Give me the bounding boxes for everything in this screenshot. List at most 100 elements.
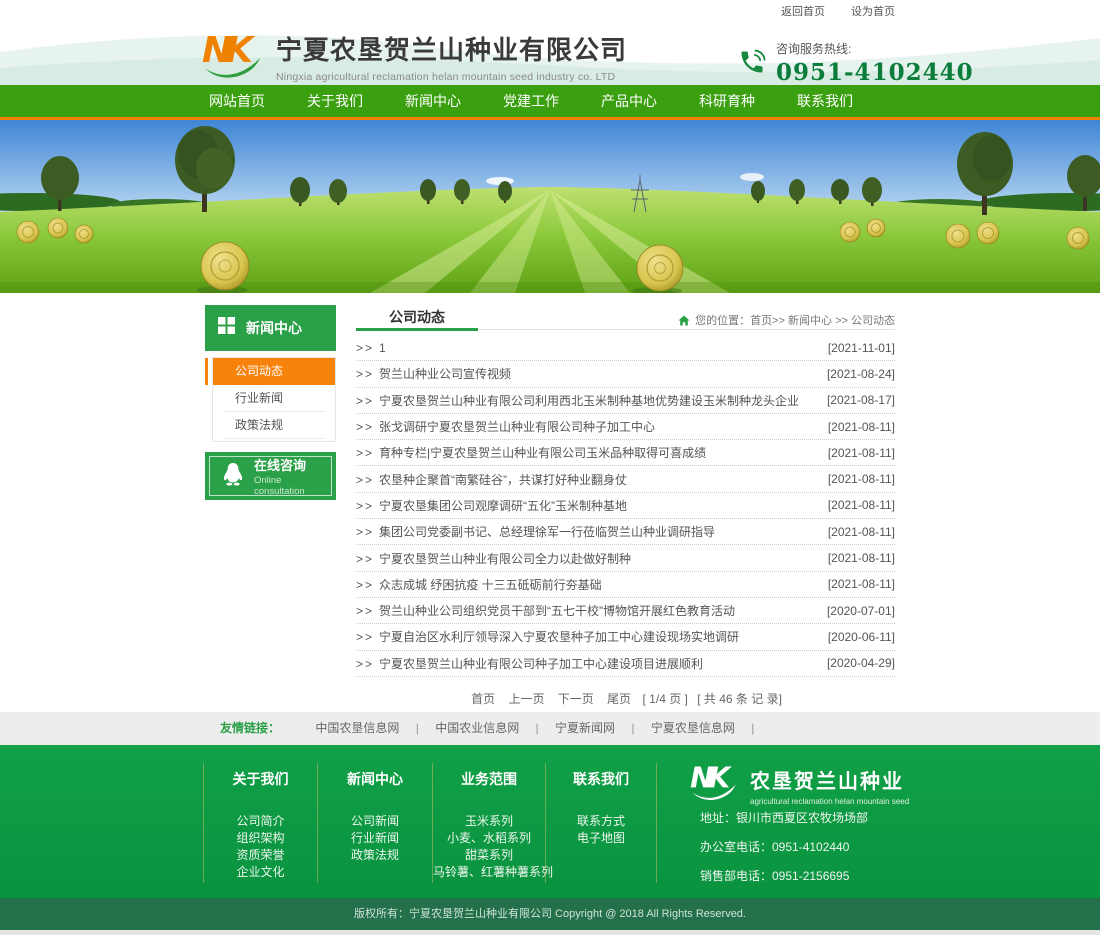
nav-item-research[interactable]: 科研育种 [678,85,776,117]
news-item[interactable]: >>众志成城 纾困抗疫 十三五砥砺前行夯基础 [2021-08-11] [356,572,895,598]
footer-link[interactable]: 行业新闻 [318,830,432,847]
nav-item-news[interactable]: 新闻中心 [384,85,482,117]
breadcrumb[interactable]: 您的位置：首页>> 新闻中心 >> 公司动态 [678,312,895,328]
set-home-link[interactable]: 设为首页 [851,3,895,16]
footer-link[interactable]: 企业文化 [204,864,317,881]
news-title-text: 集团公司党委副书记、总经理徐军一行莅临贺兰山种业调研指导 [379,525,715,539]
news-link[interactable]: >> 宁夏农垦集团公司观摩调研“五化”玉米制种基地 [356,497,627,514]
friend-links-label: 友情链接： [220,721,280,735]
news-link[interactable]: >>贺兰山种业公司宣传视频 [356,365,511,382]
friend-link[interactable]: 中国农垦信息网 [315,721,399,735]
news-link[interactable]: >>集团公司党委副书记、总经理徐军一行莅临贺兰山种业调研指导 [356,523,715,540]
news-link[interactable]: >>1 [356,341,386,355]
company-logo[interactable]: NK [202,28,268,85]
footer-link[interactable]: 联系方式 [546,813,656,830]
news-link[interactable]: >>众志成城 纾困抗疫 十三五砥砺前行夯基础 [356,576,602,593]
news-item[interactable]: >>宁夏农垦贺兰山种业有限公司全力以赴做好制种 [2021-08-11] [356,545,895,571]
news-arrow: >> [356,499,374,513]
hotline-block: 咨询服务热线: 0951-4102440 [738,40,974,85]
footer-contact: 地址：银川市西夏区农牧场场部 办公室电话：0951-4102440 销售部电话：… [700,809,868,896]
news-link[interactable]: >>宁夏农垦贺兰山种业有限公司全力以赴做好制种 [356,550,631,567]
content-header: 公司动态 您的位置：首页>> 新闻中心 >> 公司动态 [356,305,895,330]
news-item[interactable]: >>宁夏农垦贺兰山种业有限公司种子加工中心建设项目进展顺利 [2020-04-2… [356,651,895,677]
footer-link[interactable]: 政策法规 [318,847,432,864]
news-title-text: 宁夏农垦集团公司观摩调研“五化”玉米制种基地 [379,499,627,513]
news-item[interactable]: >>宁夏农垦贺兰山种业有限公司利用西北玉米制种基地优势建设玉米制种龙头企业 [2… [356,388,895,414]
nav-item-party[interactable]: 党建工作 [482,85,580,117]
news-link[interactable]: >>育种专栏|宁夏农垦贺兰山种业有限公司玉米品种取得可喜成绩 [356,444,706,461]
news-link[interactable]: >>贺兰山种业公司组织党员干部到“五七干校”博物馆开展红色教育活动 [356,602,735,619]
footer-link[interactable]: 小麦、水稻系列 [433,830,545,847]
news-arrow: >> [356,473,374,487]
footer-link[interactable]: 资质荣誉 [204,847,317,864]
nav-item-home[interactable]: 网站首页 [188,85,286,117]
friend-link-separator: | [536,721,539,735]
news-link[interactable]: >>宁夏农垦贺兰山种业有限公司种子加工中心建设项目进展顺利 [356,655,703,672]
sidebar-item-industry-news[interactable]: 行业新闻 [223,385,325,412]
svg-text:NK: NK [690,762,732,795]
news-date: [2020-04-29] [827,656,895,670]
friend-link[interactable]: 中国农业信息网 [435,721,519,735]
copyright-bar: 版权所有：宁夏农垦贺兰山种业有限公司 Copyright @ 2018 All … [0,898,1100,930]
footer-column-title: 业务范围 [433,769,545,789]
news-content-panel: 公司动态 您的位置：首页>> 新闻中心 >> 公司动态 >>1 [2021-11… [356,305,895,707]
news-date: [2021-08-17] [827,393,895,407]
footer-column-title: 联系我们 [546,769,656,789]
footer-link[interactable]: 马铃薯、红薯种薯系列 [433,864,545,881]
footer-link[interactable]: 公司简介 [204,813,317,830]
sidebar-menu: 公司动态 行业新闻 政策法规 [212,357,336,442]
footer-column-title: 关于我们 [204,769,317,789]
footer-link[interactable]: 甜菜系列 [433,847,545,864]
news-title-text: 贺兰山种业公司宣传视频 [379,367,511,381]
bottom-strip [0,930,1100,935]
nav-item-products[interactable]: 产品中心 [580,85,678,117]
sidebar-item-policy[interactable]: 政策法规 [223,412,325,439]
back-home-link[interactable]: 返回首页 [781,3,825,16]
friend-link[interactable]: 宁夏农垦信息网 [651,721,735,735]
news-item[interactable]: >>贺兰山种业公司组织党员干部到“五七干校”博物馆开展红色教育活动 [2020-… [356,598,895,624]
news-item[interactable]: >>1 [2021-11-01] [356,335,895,361]
news-arrow: >> [356,604,374,618]
news-item[interactable]: >>贺兰山种业公司宣传视频 [2021-08-24] [356,361,895,387]
news-link[interactable]: >>张戈调研宁夏农垦贺兰山种业有限公司种子加工中心 [356,418,655,435]
news-title-text: 1 [379,341,386,355]
news-item[interactable]: >>张戈调研宁夏农垦贺兰山种业有限公司种子加工中心 [2021-08-11] [356,414,895,440]
nav-item-contact[interactable]: 联系我们 [776,85,874,117]
pagination-first[interactable]: 首页 [471,692,495,706]
news-item[interactable]: >>农垦种企聚首“南繁硅谷”，共谋打好种业翻身仗 [2021-08-11] [356,466,895,492]
pagination-last[interactable]: 尾页 [607,692,631,706]
online-consult-button[interactable]: 在线咨询 Online consultation [205,452,336,500]
nav-item-about[interactable]: 关于我们 [286,85,384,117]
banner-image [0,120,1100,293]
news-arrow: >> [356,630,374,644]
footer-column-contact: 联系我们 联系方式 电子地图 [545,763,657,883]
breadcrumb-text: 您的位置：首页>> 新闻中心 >> 公司动态 [695,312,895,328]
footer-column-title: 新闻中心 [318,769,432,789]
news-item[interactable]: >>育种专栏|宁夏农垦贺兰山种业有限公司玉米品种取得可喜成绩 [2021-08-… [356,440,895,466]
sidebar-item-company-news[interactable]: 公司动态 [213,358,335,385]
friend-link[interactable]: 宁夏新闻网 [555,721,615,735]
footer-link[interactable]: 电子地图 [546,830,656,847]
footer-link[interactable]: 公司新闻 [318,813,432,830]
news-item[interactable]: >>集团公司党委副书记、总经理徐军一行莅临贺兰山种业调研指导 [2021-08-… [356,519,895,545]
hotline-number: 0951-4102440 [776,59,974,85]
news-date: [2021-08-11] [828,577,895,591]
news-date: [2021-08-11] [828,525,895,539]
news-link[interactable]: >>宁夏农垦贺兰山种业有限公司利用西北玉米制种基地优势建设玉米制种龙头企业 [356,392,799,409]
news-link[interactable]: >>农垦种企聚首“南繁硅谷”，共谋打好种业翻身仗 [356,471,627,488]
main-navigation: 网站首页 关于我们 新闻中心 党建工作 产品中心 科研育种 联系我们 [0,85,1100,120]
pagination-total-info: [ 共 46 条 记 录] [697,692,782,706]
company-name-en: Ningxia agricultural reclamation helan m… [276,71,627,83]
pagination-next[interactable]: 下一页 [558,692,594,706]
pagination: 首页 上一页 下一页 尾页 [ 1/4 页 ] [ 共 46 条 记 录] [356,690,895,707]
footer-brand-name-en: agricultural reclamation helan mountain … [750,797,909,806]
footer-link[interactable]: 玉米系列 [433,813,545,830]
news-title-text: 宁夏农垦贺兰山种业有限公司利用西北玉米制种基地优势建设玉米制种龙头企业 [379,394,799,408]
tab-company-news[interactable]: 公司动态 [356,307,478,327]
news-item[interactable]: >>宁夏自治区水利厅领导深入宁夏农垦种子加工中心建设现场实地调研 [2020-0… [356,624,895,650]
pagination-prev[interactable]: 上一页 [508,692,544,706]
footer-link[interactable]: 组织架构 [204,830,317,847]
news-item[interactable]: >>宁夏农垦集团公司观摩调研“五化”玉米制种基地 [2021-08-11] [356,493,895,519]
news-link[interactable]: >>宁夏自治区水利厅领导深入宁夏农垦种子加工中心建设现场实地调研 [356,628,739,645]
friend-links-bar: 友情链接： 中国农垦信息网 | 中国农业信息网 | 宁夏新闻网 | 宁夏农垦信息… [0,712,1100,745]
